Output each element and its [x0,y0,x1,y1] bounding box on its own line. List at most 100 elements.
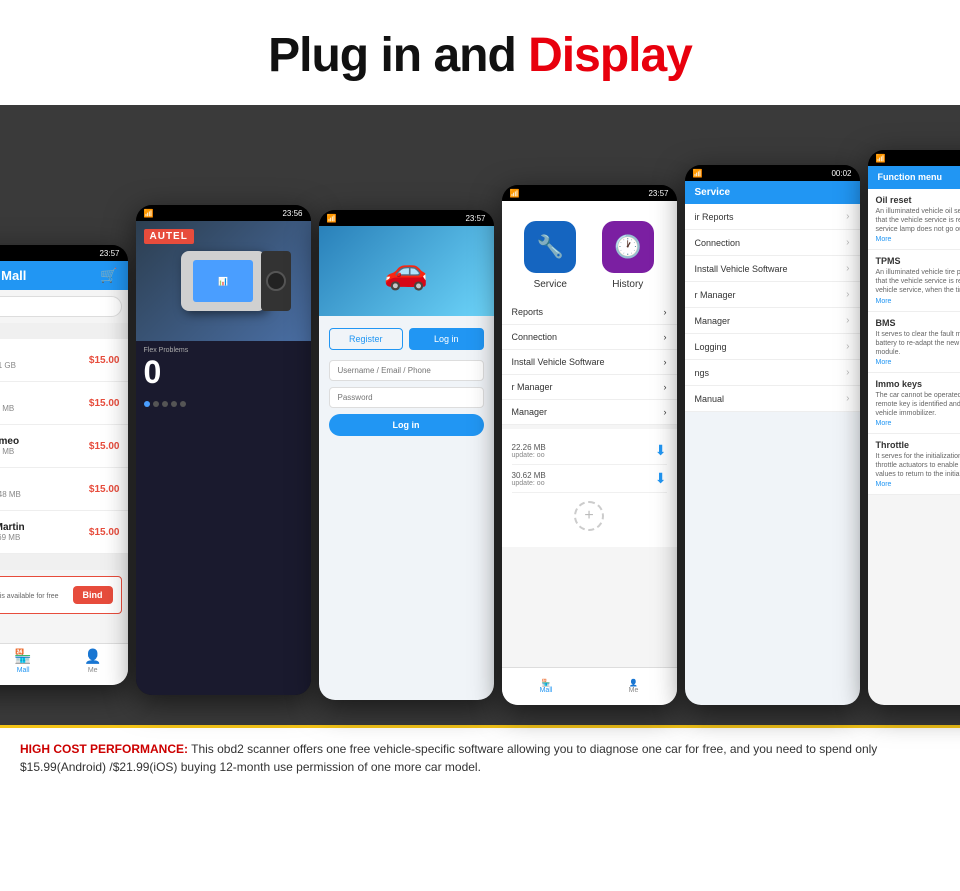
list-item-reports[interactable]: Reports › [502,300,677,325]
function-screen: Function menu ✎ Oil reset An illuminated… [868,166,960,705]
status-bar-6: 📶 00:02 [868,150,960,166]
service-screen: 🔧 Service 🕐 History Reports › Connection… [502,201,677,705]
function-item-immo[interactable]: Immo keys The car cannot be operated nor… [868,373,960,434]
section-b: B [0,554,128,570]
download-item-2: 30.62 MB update: oo ⬇ [512,465,667,493]
list-item-install-software[interactable]: Install Vehicle Software › [502,350,677,375]
function-item-throttle[interactable]: Throttle It serves for the initializatio… [868,434,960,495]
problems-count: 0 [144,354,303,391]
brand-item-alfa[interactable]: ALFAROMEO Alfa Romeo V1.00 160 MB $15.00 [0,425,128,468]
mall-header: Mall 🛒 [0,261,128,290]
me-nav-icon-p4: 👤 [629,679,638,687]
nav-me[interactable]: 👤 Me [84,648,101,681]
mall-icon: 🏪 [14,648,31,665]
download-item-1: 22.26 MB update: oo ⬇ [512,437,667,465]
dot-5 [180,401,186,407]
search-bar[interactable]: 🔍 Search [0,296,122,317]
autel-logo: AUTEL [144,229,194,244]
reports-item-8[interactable]: Manual › [685,386,860,412]
camera-attachment [261,251,291,311]
service-icons-area: 🔧 Service 🕐 History [502,201,677,300]
reports-item-4[interactable]: r Manager › [685,282,860,308]
status-bar-2: 📶 23:56 [136,205,311,221]
problems-label: Flex Problems [144,347,303,354]
nav-me-p4[interactable]: 👤 Me [629,679,639,694]
list-item-manager2[interactable]: Manager › [502,400,677,425]
esc-area: ESC [868,495,960,520]
phone-scanner: 📶 23:56 AUTEL 📊 Flex Problems 0 [136,205,311,695]
bind-button[interactable]: Bind [73,586,113,604]
dot-4 [171,401,177,407]
brand-item-aston[interactable]: ASTONMARTIN Aston Martin V1.00 11.69 MB … [0,511,128,554]
status-bar-4: 📶 23:57 [502,185,677,201]
list-item-connection[interactable]: Connection › [502,325,677,350]
list-item-manager1[interactable]: r Manager › [502,375,677,400]
password-input[interactable] [329,387,484,408]
login-tab-row: Register Log in [329,328,484,350]
chevron-icon: › [846,237,849,248]
chevron-right-icon: › [664,332,667,342]
scanner-image-area: AUTEL 📊 [136,221,311,341]
history-label: History [612,279,643,290]
brand-item-abarth[interactable]: ABARTH Abarth V1.00 160 MB $15.00 [0,382,128,425]
function-header: Function menu ✎ [868,166,960,189]
chevron-icon: › [846,263,849,274]
login-screen: 🚗 Register Log in Log in [319,226,494,700]
add-button[interactable]: + [574,501,604,531]
page-title: Plug in and Display [0,28,960,83]
download-icon-1[interactable]: ⬇ [655,442,667,459]
download-area: 22.26 MB update: oo ⬇ 30.62 MB update: o… [502,429,677,547]
history-icon-item[interactable]: 🕐 History [602,221,654,290]
chevron-icon: › [846,393,849,404]
function-item-tpms[interactable]: TPMS An illuminated vehicle tire pressur… [868,250,960,311]
function-item-bms[interactable]: BMS It serves to clear the fault message… [868,312,960,373]
chevron-icon: › [846,341,849,352]
status-bar-5: 📶 00:02 [685,165,860,181]
reports-item-5[interactable]: Manager › [685,308,860,334]
mall-bottom-nav: ⌂ Home 🏪 Mall 👤 Me [0,643,128,685]
brand-item-audi[interactable]: AUDI AUDI V1.00 1.41 GB $15.00 [0,339,128,382]
service-icon-item[interactable]: 🔧 Service [524,221,576,290]
status-bar-3: 📶 23:57 [319,210,494,226]
dot-1 [144,401,150,407]
mall-screen: Mall 🛒 🔍 Search A AUDI AUDI V1.00 1.41 G… [0,261,128,685]
brand-item-acura[interactable]: ACURA ACURA V1.00 87.48 MB $15.00 [0,468,128,511]
history-icon: 🕐 [602,221,654,273]
login-form: Register Log in Log in [319,316,494,448]
chevron-right-icon: › [664,382,667,392]
chevron-right-icon: › [664,357,667,367]
scanner-text-area: Flex Problems 0 [136,341,311,397]
nav-mall[interactable]: 🏪 Mall [14,648,31,681]
download-icon-2[interactable]: ⬇ [655,470,667,487]
chevron-icon: › [846,315,849,326]
nav-mall-p4[interactable]: 🏪 Mall [540,679,553,694]
reports-item-1[interactable]: ir Reports › [685,204,860,230]
function-item-oil-reset[interactable]: Oil reset An illuminated vehicle oil ser… [868,189,960,250]
login-car-bg: 🚗 [319,226,494,316]
reports-item-2[interactable]: Connection › [685,230,860,256]
phone-service-history: 📶 23:57 🔧 Service 🕐 History Reports › Co… [502,185,677,705]
reports-item-6[interactable]: Logging › [685,334,860,360]
username-input[interactable] [329,360,484,381]
footer-section: HIGH COST PERFORMANCE: This obd2 scanner… [0,725,960,788]
login-tab[interactable]: Log in [409,328,484,350]
vci-warning: VCI not bound One vehicle software is av… [0,576,122,614]
function-menu-title: Function menu [878,172,943,183]
dot-2 [153,401,159,407]
scanner-screen: AUTEL 📊 Flex Problems 0 [136,221,311,695]
me-icon: 👤 [84,648,101,665]
reports-screen: Service ir Reports › Connection › Instal… [685,181,860,705]
dot-3 [162,401,168,407]
chevron-icon: › [846,211,849,222]
chevron-right-icon: › [664,307,667,317]
login-submit-button[interactable]: Log in [329,414,484,436]
reports-item-7[interactable]: ngs › [685,360,860,386]
header-section: Plug in and Display [0,0,960,105]
register-tab[interactable]: Register [329,328,404,350]
reports-item-install[interactable]: Install Vehicle Software › [685,256,860,282]
mall-nav-icon: 🏪 [542,679,551,687]
phones-section: 📶 ◀ ▶ ⬛ 23:57 Mall 🛒 🔍 Search A AUDI AUD… [0,105,960,725]
chevron-right-icon: › [664,407,667,417]
phone-login: 📶 23:57 🚗 Register Log in Log in [319,210,494,700]
service-label: Service [534,279,567,290]
